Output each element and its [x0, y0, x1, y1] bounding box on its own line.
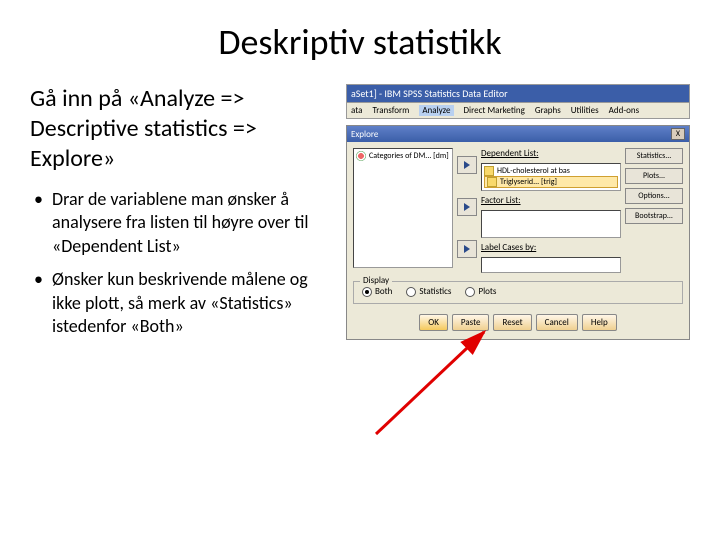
move-to-factor-button[interactable] — [457, 198, 477, 216]
statistics-button[interactable]: Statistics... — [625, 148, 683, 164]
radio-plots[interactable]: Plots — [465, 286, 496, 297]
reset-button[interactable]: Reset — [493, 314, 531, 331]
dialog-buttons: OK Paste Reset Cancel Help — [347, 310, 689, 339]
display-legend: Display — [360, 275, 392, 286]
variable-label: HDL-cholesterol at bas — [497, 166, 570, 176]
screenshot-area: aSet1] - IBM SPSS Statistics Data Editor… — [346, 84, 690, 348]
radio-statistics[interactable]: Statistics — [406, 286, 451, 297]
dialog-title: Explore — [351, 129, 378, 140]
nominal-icon — [356, 151, 366, 161]
ok-button[interactable]: OK — [419, 314, 448, 331]
radio-label: Statistics — [419, 286, 451, 297]
dependent-list-label: Dependent List: — [481, 148, 621, 159]
bullet-item: Drar de variablene man ønsker å analyser… — [48, 188, 330, 258]
radio-label: Both — [375, 286, 392, 297]
side-buttons: Statistics... Plots... Options... Bootst… — [625, 148, 683, 273]
scale-icon — [487, 177, 497, 187]
factor-list-label: Factor List: — [481, 195, 621, 206]
label-cases-label: Label Cases by: — [481, 242, 621, 253]
bullet-item: Ønsker kun beskrivende målene og ikke pl… — [48, 268, 330, 338]
slide-title: Deskriptiv statistikk — [0, 0, 720, 74]
radio-icon — [406, 287, 416, 297]
paste-button[interactable]: Paste — [452, 314, 490, 331]
move-to-label-button[interactable] — [457, 240, 477, 258]
menu-item[interactable]: Utilities — [571, 105, 599, 116]
target-fields: Dependent List: HDL-cholesterol at bas T… — [481, 148, 621, 273]
plots-button[interactable]: Plots... — [625, 168, 683, 184]
scale-icon — [484, 166, 494, 176]
menu-item[interactable]: Graphs — [535, 105, 561, 116]
dependent-list-box[interactable]: HDL-cholesterol at bas Triglyserid... [t… — [481, 163, 621, 191]
app-menubar: ata Transform Analyze Direct Marketing G… — [346, 103, 690, 119]
menu-item-analyze[interactable]: Analyze — [419, 105, 453, 116]
menu-item[interactable]: Transform — [372, 105, 409, 116]
factor-list-box[interactable] — [481, 210, 621, 238]
move-to-dependent-button[interactable] — [457, 156, 477, 174]
variable-item[interactable]: HDL-cholesterol at bas — [484, 166, 618, 176]
variable-label: Categories of DM... [dm] — [369, 151, 449, 161]
radio-icon — [465, 287, 475, 297]
explore-dialog: Explore X Categories of DM... [dm] — [346, 125, 690, 340]
arrow-right-icon — [462, 244, 472, 254]
menu-item[interactable]: ata — [351, 105, 362, 116]
move-buttons — [457, 148, 477, 273]
options-button[interactable]: Options... — [625, 188, 683, 204]
source-variable-list[interactable]: Categories of DM... [dm] — [353, 148, 453, 268]
arrow-right-icon — [462, 160, 472, 170]
help-button[interactable]: Help — [582, 314, 617, 331]
radio-both[interactable]: Both — [362, 286, 392, 297]
label-cases-box[interactable] — [481, 257, 621, 273]
radio-icon — [362, 287, 372, 297]
menu-item[interactable]: Add-ons — [609, 105, 639, 116]
annotation-arrow-icon — [366, 324, 506, 444]
display-group: Display Both Statistics Plots — [353, 281, 683, 304]
dialog-titlebar: Explore X — [347, 126, 689, 142]
close-button[interactable]: X — [671, 128, 685, 140]
bullet-list: Drar de variablene man ønsker å analyser… — [30, 188, 330, 338]
radio-label: Plots — [478, 286, 496, 297]
cancel-button[interactable]: Cancel — [536, 314, 578, 331]
app-titlebar: aSet1] - IBM SPSS Statistics Data Editor — [346, 84, 690, 103]
variable-item-selected[interactable]: Triglyserid... [trig] — [484, 176, 618, 188]
left-column: Gå inn på «Analyze => Descriptive statis… — [30, 84, 330, 348]
variable-item[interactable]: Categories of DM... [dm] — [356, 151, 450, 161]
subtitle: Gå inn på «Analyze => Descriptive statis… — [30, 84, 330, 174]
bootstrap-button[interactable]: Bootstrap... — [625, 208, 683, 224]
menu-item[interactable]: Direct Marketing — [464, 105, 525, 116]
variable-label: Triglyserid... [trig] — [500, 177, 557, 187]
arrow-right-icon — [462, 202, 472, 212]
